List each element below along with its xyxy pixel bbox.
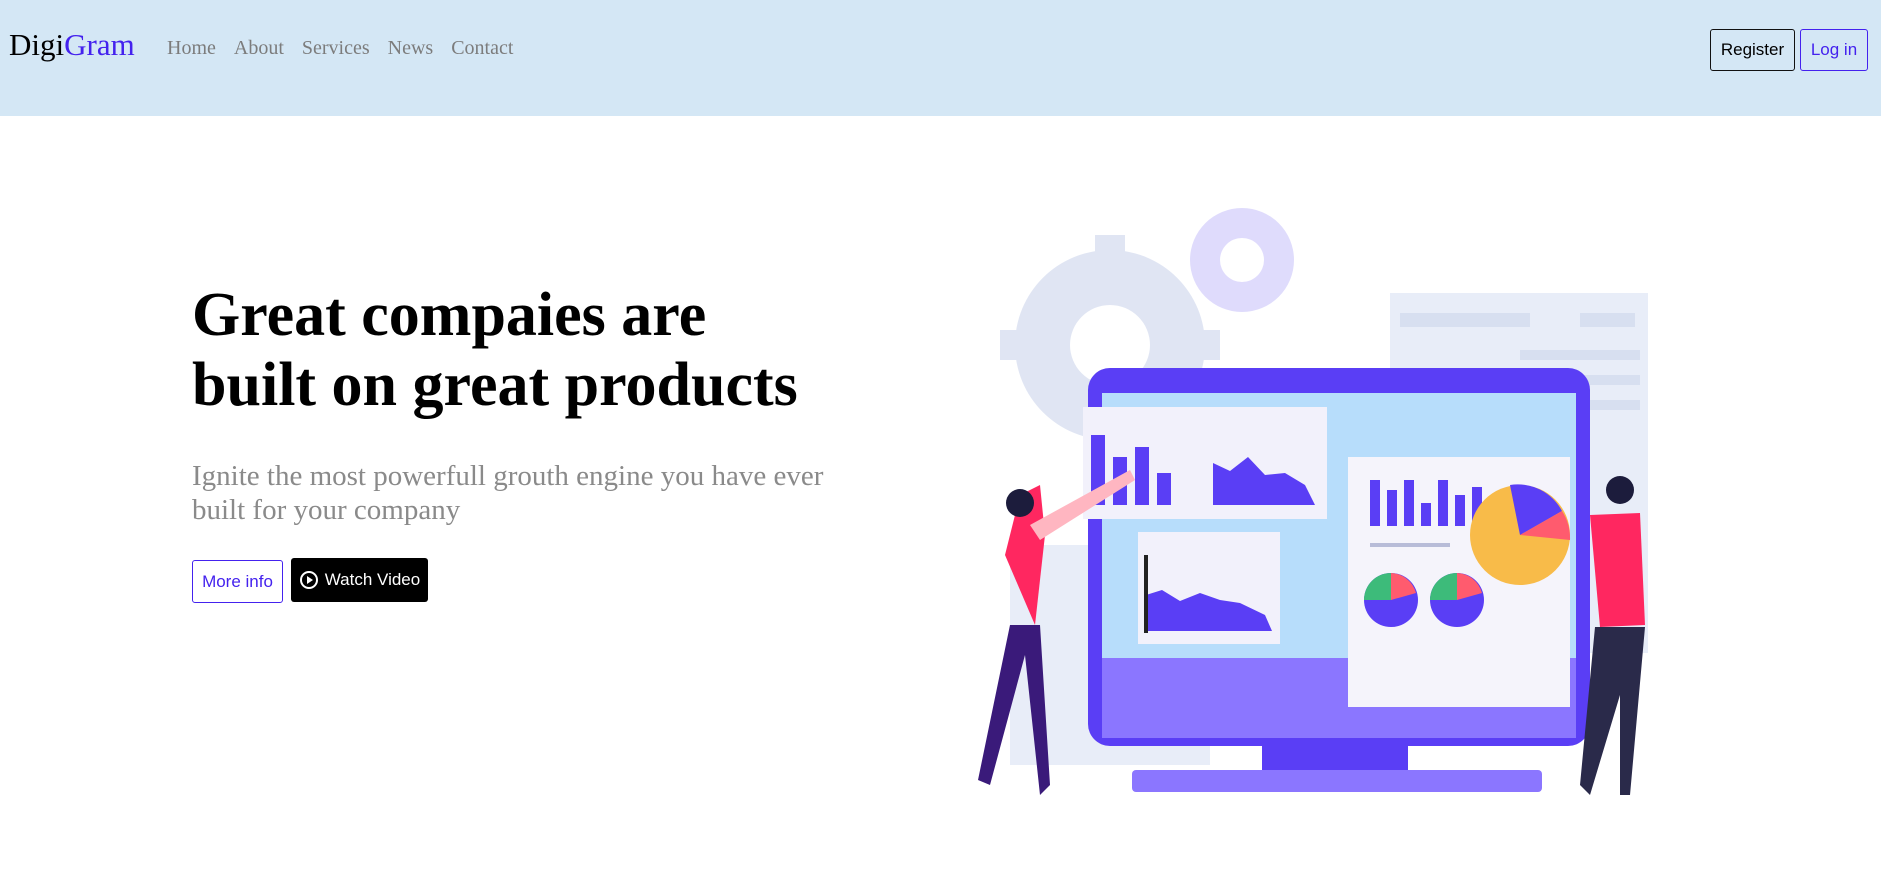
hero-title-line2: built on great products xyxy=(192,351,798,419)
hero-subtitle-line2: built for your company xyxy=(192,494,461,526)
brand-logo-part1: Digi xyxy=(9,27,65,62)
nav-item-home[interactable]: Home xyxy=(167,36,216,60)
hero-subtitle: Ignite the most powerfull grouth engine … xyxy=(192,459,892,527)
hero-subtitle-line1: Ignite the most powerfull grouth engine … xyxy=(192,460,824,492)
more-info-button[interactable]: More info xyxy=(192,560,283,603)
brand-logo-part2: Gram xyxy=(64,27,135,62)
watch-video-label: Watch Video xyxy=(324,570,421,589)
register-button[interactable]: Register xyxy=(1710,29,1795,71)
play-circle-icon xyxy=(299,570,319,590)
main-nav: Home About Services News Contact xyxy=(167,36,513,60)
analytics-dashboard-illustration xyxy=(978,208,1648,795)
navbar: DigiGram Home About Services News Contac… xyxy=(0,0,1881,116)
login-button[interactable]: Log in xyxy=(1800,29,1868,71)
brand-logo[interactable]: DigiGram xyxy=(9,26,135,64)
nav-item-services[interactable]: Services xyxy=(302,36,370,60)
nav-item-contact[interactable]: Contact xyxy=(451,36,513,60)
hero-title: Great compaies are built on great produc… xyxy=(192,280,892,420)
nav-item-about[interactable]: About xyxy=(234,36,284,60)
nav-item-news[interactable]: News xyxy=(388,36,434,60)
watch-video-button[interactable]: Watch Video xyxy=(291,558,428,602)
hero-title-line1: Great compaies are xyxy=(192,281,707,349)
